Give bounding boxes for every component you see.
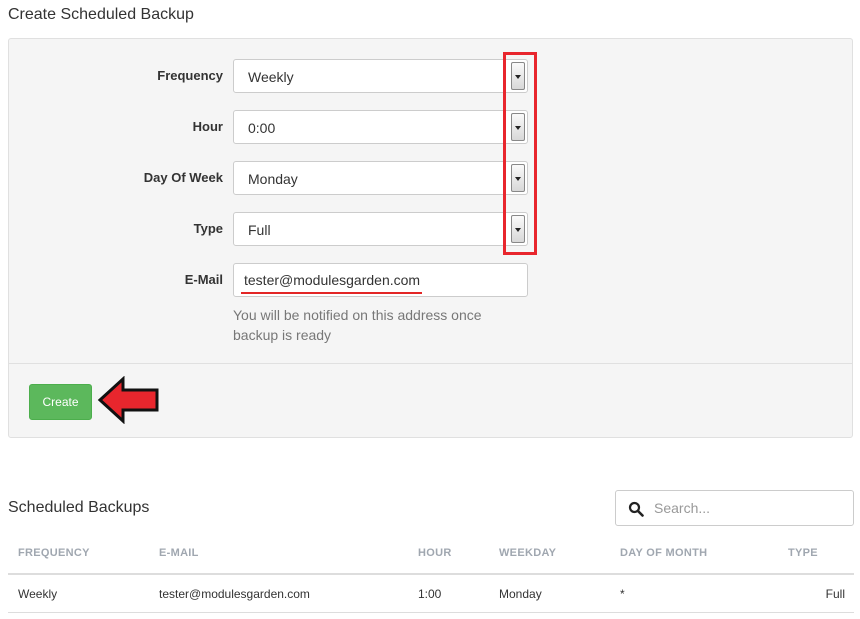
hour-select[interactable]: 0:00 <box>233 110 528 144</box>
search-icon <box>628 501 644 517</box>
table-header-divider <box>8 573 854 575</box>
frequency-select-value: Weekly <box>248 69 294 85</box>
column-header-weekday[interactable]: WEEKDAY <box>499 547 556 559</box>
email-help-text: You will be notified on this address onc… <box>233 307 482 343</box>
search-box[interactable] <box>615 490 854 526</box>
column-header-hour[interactable]: HOUR <box>418 547 452 559</box>
type-select[interactable]: Full <box>233 212 528 246</box>
dropdown-highlight-box <box>503 52 537 255</box>
frequency-row: Frequency Weekly <box>9 59 854 95</box>
page-title: Create Scheduled Backup <box>8 6 194 23</box>
day-of-week-label: Day Of Week <box>143 170 223 185</box>
day-of-week-select-value: Monday <box>248 171 298 187</box>
day-of-week-select[interactable]: Monday <box>233 161 528 195</box>
table-row-divider <box>8 612 854 613</box>
column-header-type[interactable]: TYPE <box>788 547 818 559</box>
hour-select-value: 0:00 <box>248 120 276 136</box>
email-label: E-Mail <box>184 272 223 287</box>
column-header-day-of-month[interactable]: DAY OF MONTH <box>620 547 707 559</box>
email-highlight-underline <box>241 292 422 294</box>
cell-type: Full <box>825 587 845 601</box>
create-button[interactable]: Create <box>29 384 92 420</box>
hour-label: Hour <box>192 119 223 134</box>
column-header-email[interactable]: E-MAIL <box>159 547 199 559</box>
type-select-value: Full <box>248 222 271 238</box>
hour-row: Hour 0:00 <box>9 110 854 146</box>
search-input[interactable] <box>654 492 844 524</box>
column-header-frequency[interactable]: FREQUENCY <box>18 547 90 559</box>
panel-divider <box>9 363 852 364</box>
create-backup-form: Frequency Weekly Hour 0:00 Day Of Week M… <box>8 38 853 438</box>
cell-email: tester@modulesgarden.com <box>159 587 310 601</box>
day-of-week-row: Day Of Week Monday <box>9 161 854 197</box>
cell-hour: 1:00 <box>418 587 442 601</box>
cell-weekday: Monday <box>499 587 542 601</box>
cell-day-of-month: * <box>620 587 625 601</box>
frequency-select[interactable]: Weekly <box>233 59 528 93</box>
frequency-label: Frequency <box>157 68 223 83</box>
email-row: E-Mail <box>9 263 854 299</box>
left-arrow-icon <box>97 376 159 424</box>
type-label: Type <box>193 221 223 236</box>
type-row: Type Full <box>9 212 854 248</box>
cell-frequency: Weekly <box>18 587 58 601</box>
scheduled-backups-title: Scheduled Backups <box>8 499 150 516</box>
